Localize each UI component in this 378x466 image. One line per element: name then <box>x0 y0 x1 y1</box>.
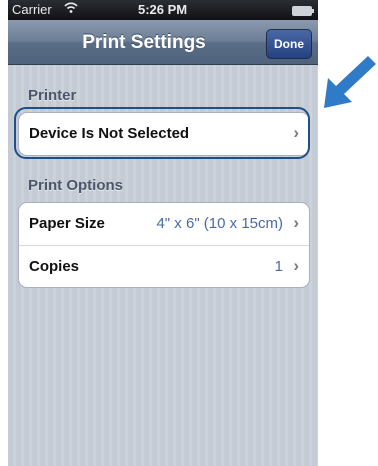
section-header-print-options: Print Options <box>28 177 123 194</box>
status-bar: Carrier 5:26 PM <box>8 0 318 20</box>
phone-screen: Carrier 5:26 PM Print Settings Done Prin… <box>8 0 318 466</box>
battery-icon <box>292 6 314 16</box>
print-options-group: Paper Size 4" x 6" (10 x 15cm) › Copies … <box>18 202 310 288</box>
highlight-frame <box>14 107 310 159</box>
paper-size-label: Paper Size <box>29 215 105 232</box>
page-title: Print Settings <box>82 32 206 53</box>
done-button[interactable]: Done <box>266 29 312 59</box>
paper-size-cell[interactable]: Paper Size 4" x 6" (10 x 15cm) › <box>19 203 309 245</box>
copies-label: Copies <box>29 258 80 275</box>
chevron-right-icon: › <box>293 213 299 232</box>
arrow-pointer-icon <box>318 52 378 112</box>
wifi-icon <box>64 0 78 17</box>
navigation-bar: Print Settings Done <box>8 20 318 65</box>
copies-cell[interactable]: Copies 1 › <box>19 245 309 287</box>
status-time: 5:26 PM <box>138 2 188 17</box>
carrier-label: Carrier <box>12 2 52 17</box>
section-header-printer: Printer <box>28 87 77 104</box>
paper-size-value: 4" x 6" (10 x 15cm) <box>156 215 283 232</box>
copies-value: 1 <box>274 258 283 275</box>
chevron-right-icon: › <box>293 256 299 275</box>
